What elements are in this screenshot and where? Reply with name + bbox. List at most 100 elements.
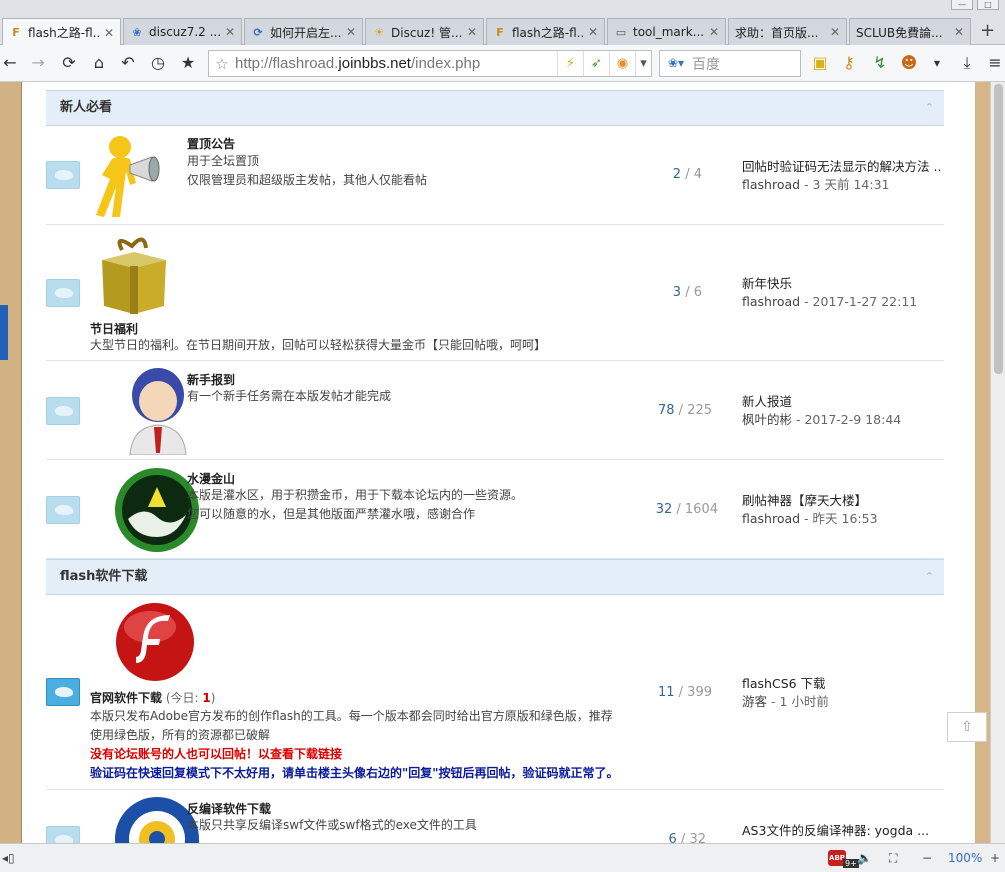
forum-name[interactable]: 官网软件下载 (今日: 1) <box>90 689 215 706</box>
close-icon[interactable]: ✕ <box>709 25 719 39</box>
last-post-time[interactable]: 3 天前 14:31 <box>813 177 890 192</box>
lightning-icon[interactable]: ⚡ <box>557 51 583 76</box>
downloads-icon[interactable]: ⤓ <box>957 53 977 73</box>
search-engine-paw-icon[interactable]: ❀▾ <box>660 51 692 76</box>
close-icon[interactable]: ✕ <box>830 25 840 39</box>
green-arrow-icon[interactable]: ➶ <box>583 51 609 76</box>
close-icon[interactable]: ✕ <box>467 25 477 39</box>
last-post-author[interactable]: 枫叶的彬 <box>742 412 792 427</box>
tab-flashroad-2[interactable]: F flash之路-fl... ✕ <box>486 18 605 45</box>
last-post-author[interactable]: flashroad <box>742 294 800 309</box>
user-avatar-icon[interactable] <box>128 367 188 455</box>
last-post-time[interactable]: 昨天 16:53 <box>813 511 878 526</box>
back-arrow-icon[interactable]: ← <box>0 53 20 73</box>
back-to-top-button[interactable]: ⇧ <box>947 712 987 742</box>
scrollbar-thumb[interactable] <box>994 84 1003 374</box>
category-header-newcomers[interactable]: 新人必看 ⌃ <box>46 90 944 126</box>
download-arrow-icon[interactable]: ↯ <box>870 53 890 73</box>
minimize-icon[interactable]: — <box>951 0 973 10</box>
url-text[interactable]: http://flashroad.joinbbs.net/index.php <box>235 55 557 72</box>
undo-close-icon[interactable]: ↶ <box>118 53 138 73</box>
chevron-down-icon[interactable]: ▾ <box>927 53 947 73</box>
zoom-out-icon[interactable]: − <box>922 851 932 865</box>
zoom-in-icon[interactable]: + <box>990 851 1000 865</box>
speaker-icon[interactable]: 🔈 <box>857 851 872 865</box>
tab-sclub[interactable]: SCLUB免費論... ✕ <box>849 18 971 45</box>
tab-tool-mark[interactable]: ▭ tool_mark.... ✕ <box>607 18 726 45</box>
bookmark-star-icon[interactable]: ★ <box>178 53 198 73</box>
history-clock-icon[interactable]: ◷ <box>148 53 168 73</box>
forum-name[interactable]: 反编译软件下载 <box>187 800 271 817</box>
forum-status-icon <box>46 826 80 843</box>
maximize-icon[interactable]: □ <box>977 0 999 10</box>
close-icon[interactable]: ✕ <box>954 25 964 39</box>
reload-icon[interactable]: ⟳ <box>59 53 79 73</box>
category-header-flash-downloads[interactable]: flash软件下载 ⌃ <box>46 559 944 595</box>
collapse-icon[interactable]: ⌃ <box>925 560 934 594</box>
last-post: AS3文件的反编译神器: yogda ... <box>742 822 942 840</box>
navigation-toolbar: ← → ⟳ ⌂ ↶ ◷ ★ ☆ http://flashroad.joinbbs… <box>0 45 1005 82</box>
forum-status-icon <box>46 496 80 524</box>
tab-flashroad-active[interactable]: F flash之路-fl... ✕ <box>2 18 121 46</box>
rss-icon[interactable]: ◉ <box>609 51 635 76</box>
forum-notice-red: 没有论坛账号的人也可以回帖！以查看下载链接 <box>90 747 343 761</box>
forum-name[interactable]: 水漫金山 <box>187 470 235 487</box>
last-post-title[interactable]: 新人报道 <box>742 393 942 411</box>
forum-notice-blue: 验证码在快速回复模式下不太好用，请单击楼主头像右边的"回复"按钮后再回帖，验证码… <box>90 766 619 780</box>
close-icon[interactable]: ✕ <box>346 25 356 39</box>
forward-arrow-icon[interactable]: → <box>28 53 48 73</box>
last-post-title[interactable]: 刷帖神器【摩天大楼】 <box>742 492 942 510</box>
key-icon[interactable]: ⚷ <box>839 53 859 73</box>
star-outline-icon[interactable]: ☆ <box>209 55 235 73</box>
last-post-title[interactable]: 回帖时验证码无法显示的解决方法 ... <box>742 158 942 176</box>
extension-face-icon[interactable]: ☻ <box>899 53 919 73</box>
forum-row: 官网软件下载 (今日: 1) 本版只发布Adobe官方发布的创作flash的工具… <box>46 595 944 790</box>
last-post-author[interactable]: flashroad <box>742 177 800 192</box>
fullscreen-icon[interactable]: ⛶ <box>889 851 897 866</box>
forum-description: 大型节日的福利。在节日期间开放，回帖可以轻松获得大量金币【只能回帖哦，呵呵】 <box>90 338 547 352</box>
window-controls: — □ <box>951 0 999 12</box>
forum-row: 新手报到 有一个新手任务需在本版发帖才能完成 78 / 225 新人报道 枫叶的… <box>46 361 944 460</box>
last-post-time[interactable]: 2017-1-27 22:11 <box>813 294 918 309</box>
last-post-title[interactable]: 新年快乐 <box>742 275 942 293</box>
forum-name[interactable]: 节日福利 <box>90 320 138 337</box>
collapse-icon[interactable]: ⌃ <box>925 91 934 125</box>
last-post-title[interactable]: flashCS6 下载 <box>742 675 942 693</box>
gift-box-icon[interactable] <box>92 230 176 316</box>
megaphone-person-icon[interactable] <box>90 131 178 219</box>
last-post-author[interactable]: 游客 <box>742 694 767 709</box>
address-bar[interactable]: ☆ http://flashroad.joinbbs.net/index.php… <box>208 50 652 77</box>
search-box[interactable]: ❀▾ 百度 <box>659 50 801 77</box>
zoom-level[interactable]: 100% <box>948 851 982 865</box>
new-tab-button[interactable]: + <box>980 20 995 41</box>
last-post-time[interactable]: 2017-2-9 18:44 <box>804 412 901 427</box>
flash-f-icon: F <box>496 25 504 39</box>
note-icon[interactable]: ▣ <box>810 53 830 73</box>
side-tab[interactable] <box>0 305 8 360</box>
close-icon[interactable]: ✕ <box>225 25 235 39</box>
flash-logo-icon[interactable] <box>114 601 196 683</box>
forum-description: 有一个新手任务需在本版发帖才能完成 <box>187 389 392 403</box>
tab-discuz72[interactable]: ❀ discuz7.2 ... ✕ <box>123 18 242 45</box>
forum-status-icon <box>46 397 80 425</box>
last-post-time[interactable]: 1 小时前 <box>779 694 828 709</box>
search-input[interactable]: 百度 <box>692 54 720 74</box>
forum-counts: 2 / 4 <box>672 167 702 182</box>
forum-counts: 11 / 399 <box>657 685 712 700</box>
close-icon[interactable]: ✕ <box>104 26 114 40</box>
close-icon[interactable]: ✕ <box>588 25 598 39</box>
vertical-scrollbar[interactable] <box>990 82 1005 843</box>
sidebar-toggle-icon[interactable]: ◂▯ <box>2 851 15 865</box>
last-post: 新人报道 枫叶的彬 - 2017-2-9 18:44 <box>742 393 942 429</box>
tab-discuz-admin[interactable]: ☀ Discuz! 管... ✕ <box>365 18 484 45</box>
forum-status-new-icon <box>46 678 80 706</box>
tab-help-homepage[interactable]: 求助：首页版... ✕ <box>728 18 847 45</box>
home-icon[interactable]: ⌂ <box>89 53 109 73</box>
chevron-down-icon[interactable]: ▾ <box>635 51 651 76</box>
forum-name[interactable]: 新手报到 <box>187 371 235 388</box>
menu-icon[interactable]: ≡ <box>985 53 1005 73</box>
forum-name[interactable]: 置顶公告 <box>187 135 235 152</box>
tab-how-to-enable[interactable]: ⟳ 如何开启左... ✕ <box>244 18 363 45</box>
last-post-title[interactable]: AS3文件的反编译神器: yogda ... <box>742 822 942 840</box>
last-post-author[interactable]: flashroad <box>742 511 800 526</box>
